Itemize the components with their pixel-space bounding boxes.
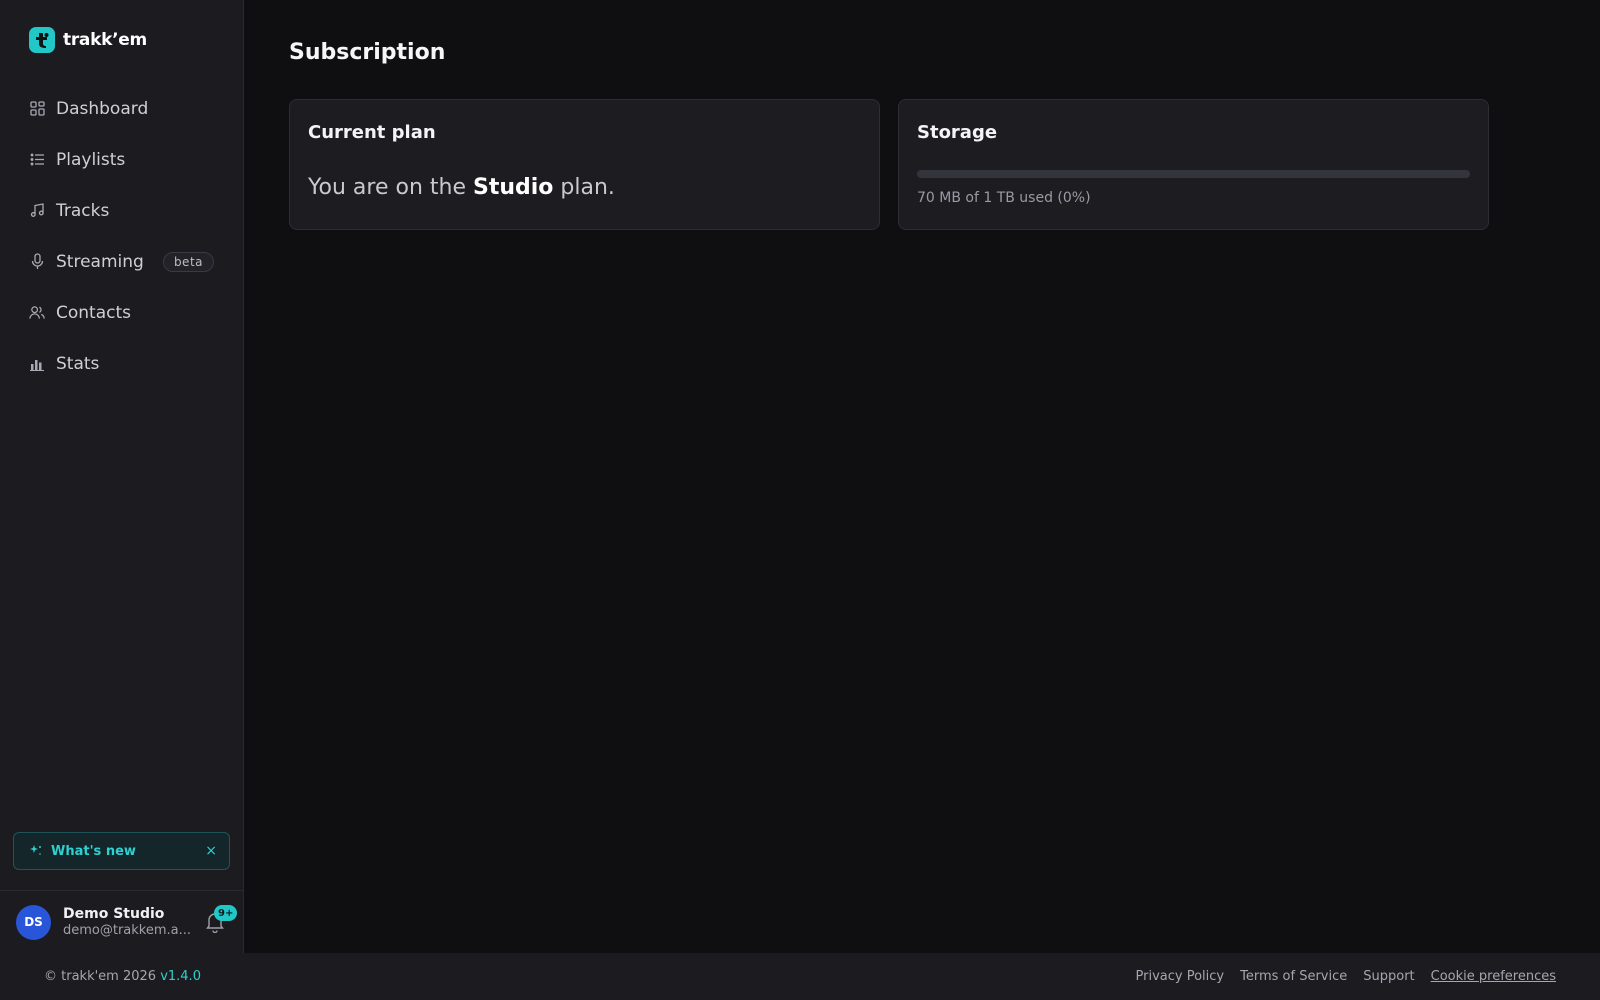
- music-note-icon: [29, 203, 45, 219]
- sidebar-item-streaming[interactable]: Streaming beta: [0, 236, 244, 287]
- close-icon[interactable]: ×: [205, 843, 217, 859]
- whats-new-label: What's new: [51, 843, 136, 859]
- cookie-preferences-link[interactable]: Cookie preferences: [1431, 969, 1556, 984]
- grid-icon: [29, 101, 45, 117]
- sidebar-item-label: Streaming: [56, 251, 144, 272]
- microphone-icon: [29, 253, 45, 270]
- storage-usage-text: 70 MB of 1 TB used (0%): [917, 190, 1091, 206]
- brand[interactable]: trakk’em: [29, 27, 147, 53]
- plan-description: You are on the Studio plan.: [308, 175, 615, 200]
- sparkle-icon: [30, 842, 42, 861]
- card-title: Current plan: [308, 122, 436, 143]
- terms-of-service-link[interactable]: Terms of Service: [1240, 969, 1347, 984]
- sidebar: trakk’em Dashboard Playlists Tracks Stre…: [0, 0, 244, 953]
- user-name: Demo Studio: [63, 906, 165, 922]
- sidebar-nav: Dashboard Playlists Tracks Streaming bet…: [0, 83, 244, 389]
- user-info: Demo Studio demo@trakkem.a...: [63, 906, 191, 938]
- user-card[interactable]: DS Demo Studio demo@trakkem.a... 9+: [0, 890, 244, 953]
- privacy-policy-link[interactable]: Privacy Policy: [1136, 969, 1225, 984]
- avatar: DS: [16, 904, 51, 940]
- sidebar-item-label: Tracks: [56, 200, 110, 221]
- current-plan-card: Current plan You are on the Studio plan.: [289, 99, 880, 230]
- bar-chart-icon: [29, 356, 45, 372]
- copyright: © trakk'em 2026 v1.4.0: [44, 969, 201, 984]
- page-title: Subscription: [289, 40, 446, 65]
- user-email: demo@trakkem.a...: [63, 923, 192, 938]
- copyright-text: © trakk'em 2026: [44, 969, 161, 984]
- beta-badge: beta: [162, 251, 214, 272]
- sidebar-item-contacts[interactable]: Contacts: [0, 287, 244, 338]
- sidebar-item-tracks[interactable]: Tracks: [0, 185, 244, 236]
- sidebar-item-label: Playlists: [56, 149, 126, 170]
- list-icon: [29, 152, 45, 168]
- storage-progress-bar: [917, 170, 1470, 178]
- card-title: Storage: [917, 122, 998, 143]
- sidebar-item-stats[interactable]: Stats: [0, 338, 244, 389]
- app-root: trakk’em Dashboard Playlists Tracks Stre…: [0, 0, 1600, 1000]
- plan-text-prefix: You are on the: [308, 175, 473, 200]
- sidebar-item-label: Dashboard: [56, 98, 149, 119]
- storage-card: Storage 70 MB of 1 TB used (0%): [898, 99, 1489, 230]
- support-link[interactable]: Support: [1363, 969, 1414, 984]
- sidebar-item-dashboard[interactable]: Dashboard: [0, 83, 244, 134]
- whats-new-banner[interactable]: What's new ×: [13, 832, 230, 870]
- footer: © trakk'em 2026 v1.4.0 Privacy Policy Te…: [0, 953, 1600, 1000]
- footer-links: Privacy Policy Terms of Service Support …: [1136, 969, 1556, 984]
- sidebar-item-playlists[interactable]: Playlists: [0, 134, 244, 185]
- brand-name: trakk’em: [63, 30, 147, 50]
- trakkem-logo-icon: [29, 27, 55, 53]
- sidebar-item-label: Contacts: [56, 302, 131, 323]
- version-link[interactable]: v1.4.0: [160, 969, 201, 984]
- sidebar-item-label: Stats: [56, 353, 100, 374]
- users-icon: [29, 305, 45, 321]
- notification-count-badge: 9+: [214, 905, 238, 921]
- plan-text-suffix: plan.: [553, 175, 615, 200]
- plan-name: Studio: [472, 175, 554, 200]
